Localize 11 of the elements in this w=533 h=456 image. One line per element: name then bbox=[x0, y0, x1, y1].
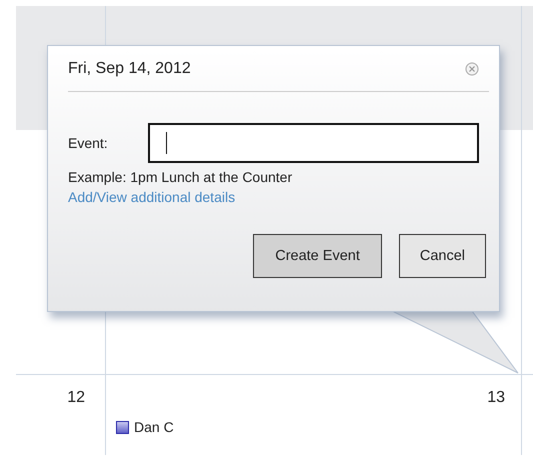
close-icon[interactable] bbox=[465, 62, 479, 76]
event-square-icon bbox=[116, 420, 129, 434]
create-event-button[interactable]: Create Event bbox=[253, 234, 382, 278]
popup-title: Fri, Sep 14, 2012 bbox=[68, 60, 191, 78]
example-hint: Example: 1pm Lunch at the Counter bbox=[68, 169, 294, 185]
event-title[interactable]: Dan C bbox=[134, 419, 174, 435]
event-label: Event: bbox=[68, 135, 109, 151]
event-input-field[interactable] bbox=[148, 123, 479, 163]
day-number: 12 bbox=[67, 389, 85, 408]
day-number: 13 bbox=[487, 389, 505, 407]
cancel-button[interactable]: Cancel bbox=[398, 234, 486, 278]
